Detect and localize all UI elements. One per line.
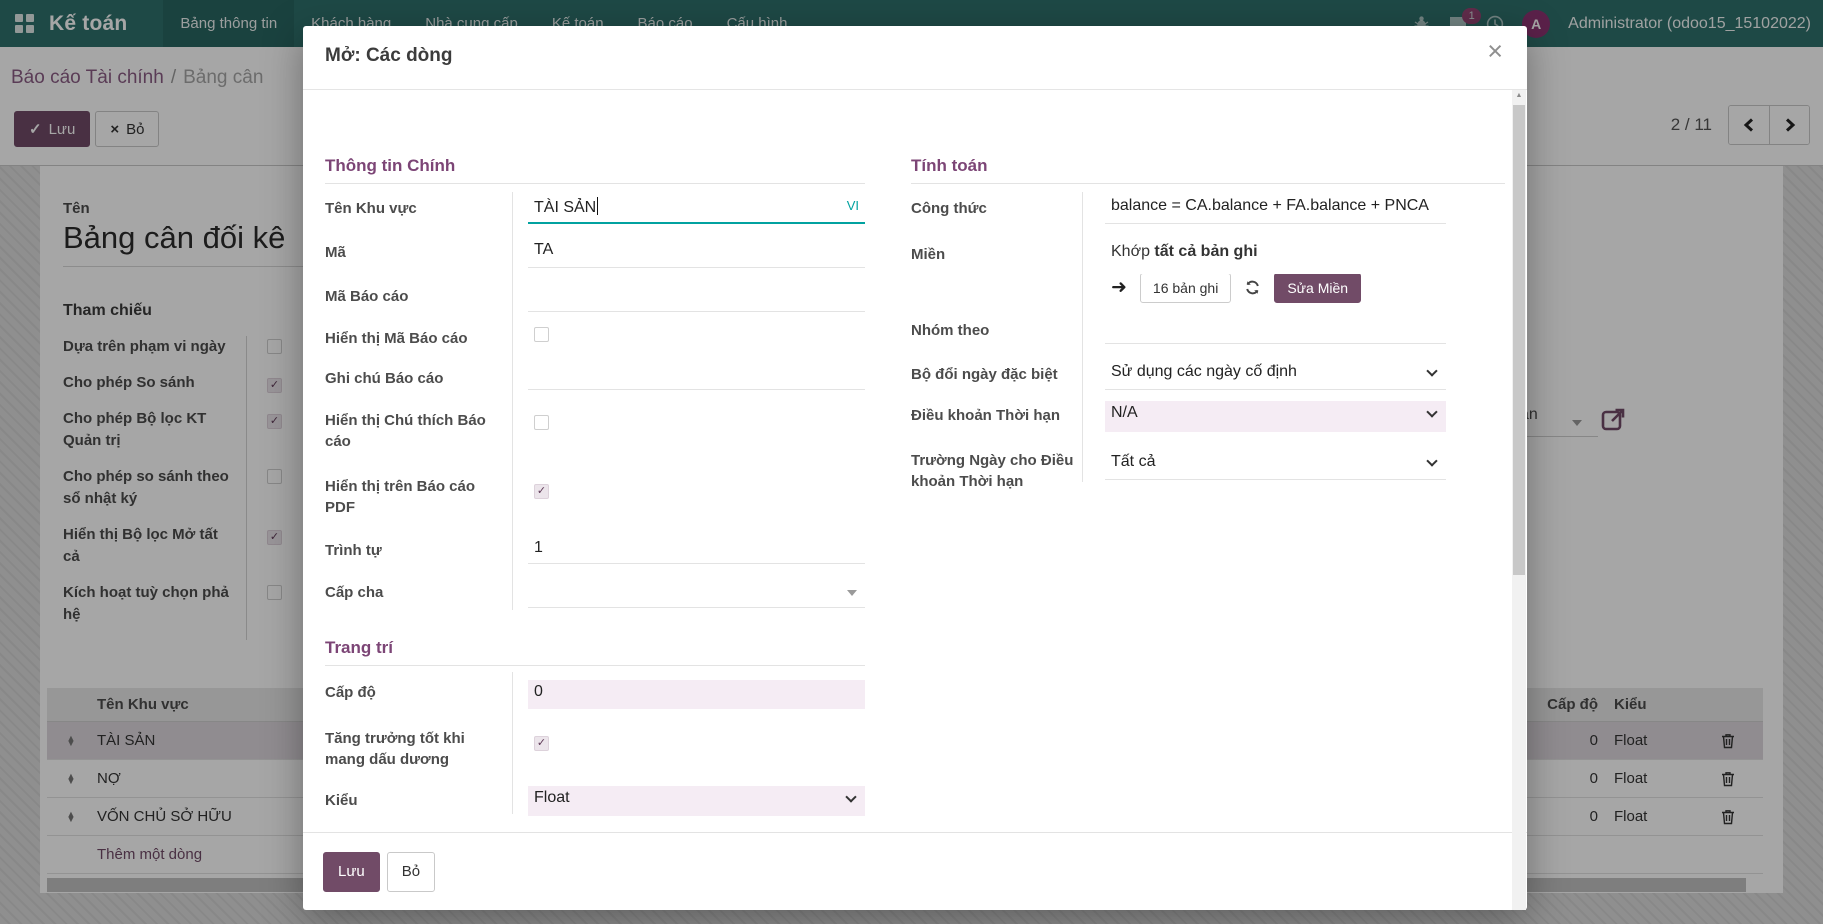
arrow-right-icon: ➜: [1111, 278, 1127, 297]
field-cap-cha: Cấp cha: [325, 578, 865, 614]
kieu-select[interactable]: Float: [528, 786, 865, 816]
nhom-theo-input[interactable]: [1105, 316, 1446, 344]
field-nhom-theo: Nhóm theo: [911, 316, 1505, 350]
field-ma-bao-cao: Mã Báo cáo: [325, 282, 865, 316]
edit-domain-button[interactable]: Sửa Miền: [1274, 274, 1361, 303]
field-truong-ngay: Trường Ngày cho Điều khoản Thời hạn Tất …: [911, 446, 1505, 506]
scrollbar-up-arrow-icon[interactable]: ▲: [1512, 92, 1526, 99]
dieu-khoan-select[interactable]: N/A: [1105, 401, 1446, 432]
modal-header: Mở: Các dòng ×: [303, 26, 1527, 90]
field-hien-thi-ma-bao-cao: Hiển thị Mã Báo cáo ✓: [325, 324, 865, 358]
field-cong-thuc: Công thức balance = CA.balance + FA.bala…: [911, 194, 1505, 230]
field-ten-khu-vuc: Tên Khu vực TÀI SẢNVI: [325, 194, 865, 230]
field-ma: Mã TA: [325, 238, 865, 274]
field-dieu-khoan: Điều khoản Thời hạn N/A: [911, 401, 1505, 437]
records-count-button[interactable]: 16 bản ghi: [1140, 274, 1231, 303]
refresh-icon[interactable]: [1244, 279, 1261, 296]
select-chevron-icon: [1426, 455, 1437, 466]
close-icon[interactable]: ×: [1487, 38, 1503, 65]
field-ghi-chu-bao-cao: Ghi chú Báo cáo: [325, 364, 865, 394]
field-trinh-tu: Trình tự 1: [325, 536, 865, 570]
checkbox[interactable]: ✓: [534, 415, 549, 430]
open-lines-modal: Mở: Các dòng × Thông tin Chính Tên Khu v…: [303, 26, 1527, 910]
modal-save-button[interactable]: Lưu: [323, 852, 380, 892]
section-computation: Tính toán: [911, 156, 1505, 184]
modal-scrollbar[interactable]: ▲: [1512, 90, 1526, 910]
modal-discard-button[interactable]: Bỏ: [387, 852, 435, 892]
cap-do-input[interactable]: 0: [528, 680, 865, 709]
field-tang-truong: Tăng trưởng tốt khi mang dấu dương ✓: [325, 724, 865, 782]
select-chevron-icon: [845, 791, 856, 802]
field-bo-doi-ngay: Bộ đổi ngày đặc biệt Sử dụng các ngày cố…: [911, 360, 1505, 396]
cap-cha-input[interactable]: [528, 578, 865, 608]
screen: Kế toán Bảng thông tin Khách hàng Nhà cu…: [0, 0, 1823, 924]
text-cursor: [597, 197, 598, 215]
cong-thuc-input[interactable]: balance = CA.balance + FA.balance + PNCA: [1105, 194, 1446, 224]
modal-title: Mở: Các dòng: [325, 45, 453, 67]
scrollbar-thumb[interactable]: [1513, 105, 1525, 575]
select-chevron-icon: [1426, 365, 1437, 376]
trinh-tu-input[interactable]: 1: [528, 536, 865, 564]
bo-doi-ngay-select[interactable]: Sử dụng các ngày cố định: [1105, 360, 1446, 390]
field-cap-do: Cấp độ 0: [325, 678, 865, 712]
ten-khu-vuc-input[interactable]: TÀI SẢNVI: [528, 194, 865, 224]
ghi-chu-input[interactable]: [528, 364, 865, 390]
field-mien: Miền Khớp tất cả bản ghi: [911, 240, 1505, 270]
ma-input[interactable]: TA: [528, 238, 865, 268]
translation-badge[interactable]: VI: [847, 198, 859, 213]
section-main-info: Thông tin Chính: [325, 156, 865, 184]
checkbox[interactable]: ✓: [534, 484, 549, 499]
section-decoration: Trang trí: [325, 638, 865, 666]
checkbox[interactable]: ✓: [534, 327, 549, 342]
domain-match-text: Khớp tất cả bản ghi: [1105, 240, 1446, 270]
domain-records-row: ➜ 16 bản ghi Sửa Miền: [911, 274, 1505, 310]
truong-ngay-select[interactable]: Tất cả: [1105, 450, 1446, 480]
dropdown-caret-icon[interactable]: [847, 590, 857, 596]
select-chevron-icon: [1426, 406, 1437, 417]
field-hien-thi-chu-thich: Hiển thị Chú thích Báo cáo ✓: [325, 406, 865, 466]
field-kieu: Kiểu Float: [325, 780, 865, 818]
modal-footer: Lưu Bỏ: [303, 832, 1527, 910]
ma-bao-cao-input[interactable]: [528, 282, 865, 312]
checkbox[interactable]: ✓: [534, 736, 549, 751]
field-hien-thi-pdf: Hiển thị trên Báo cáo PDF ✓: [325, 472, 865, 532]
